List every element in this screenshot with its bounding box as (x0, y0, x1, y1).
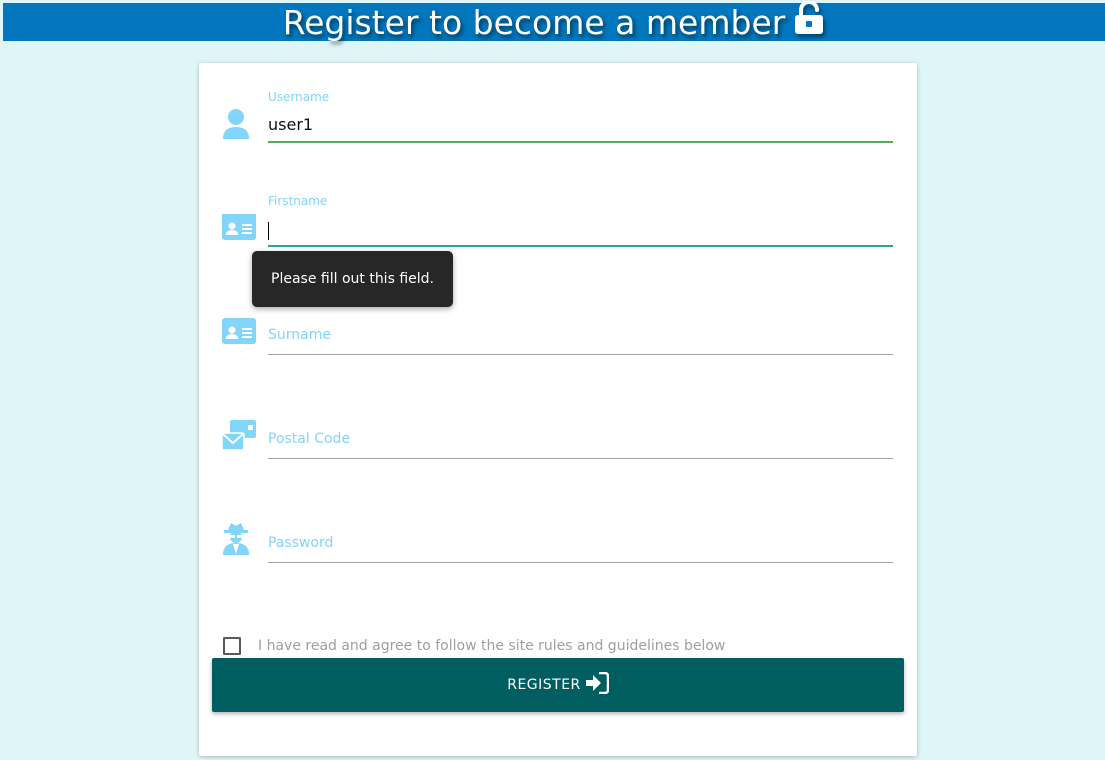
postal-code-field-group: Postal Code (199, 400, 917, 490)
sign-in-icon (581, 671, 610, 698)
surname-input[interactable]: Surname (268, 326, 893, 355)
agree-row: I have read and agree to follow the site… (223, 637, 725, 655)
surname-field-group: Surname (199, 296, 917, 386)
validation-tooltip-text: Please fill out this field. (271, 271, 434, 287)
username-field-group: Username user1 (199, 88, 917, 178)
user-icon (222, 108, 250, 144)
validation-tooltip: Please fill out this field. (252, 251, 453, 307)
header-banner: Register to become a member (3, 0, 1105, 43)
id-card-icon (222, 214, 256, 244)
unlock-icon (793, 0, 825, 43)
postal-code-input[interactable]: Postal Code (268, 430, 893, 459)
username-label: Username (268, 90, 330, 104)
user-secret-icon (222, 522, 250, 560)
surname-placeholder: Surname (268, 327, 331, 343)
agree-label: I have read and agree to follow the site… (258, 638, 726, 654)
register-button-label: REGISTER (507, 677, 581, 693)
id-card-icon (222, 318, 256, 348)
text-caret (268, 220, 269, 240)
mail-icon (221, 420, 258, 456)
firstname-input[interactable] (268, 217, 893, 247)
password-placeholder: Password (268, 535, 334, 551)
username-input[interactable]: user1 (268, 113, 893, 143)
firstname-label: Firstname (268, 194, 328, 208)
password-field-group: Password (199, 504, 917, 594)
username-value: user1 (268, 115, 314, 134)
page-title: Register to become a member (282, 2, 786, 42)
register-button[interactable]: REGISTER (212, 658, 904, 712)
agree-checkbox[interactable] (223, 637, 241, 655)
postal-code-placeholder: Postal Code (268, 431, 351, 447)
password-input[interactable]: Password (268, 534, 893, 563)
